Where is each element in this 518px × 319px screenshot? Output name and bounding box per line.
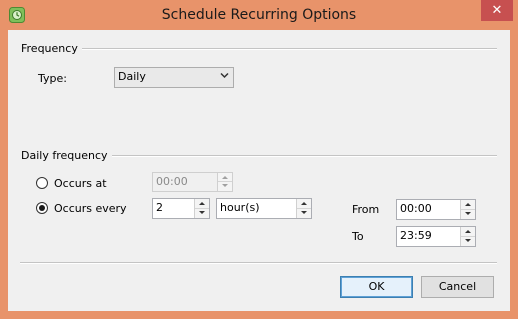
arrow-down-icon	[465, 211, 471, 215]
spin-buttons	[460, 200, 475, 219]
dialog-body: Frequency Type: Daily Daily frequency Oc…	[8, 30, 510, 311]
spin-buttons	[194, 199, 209, 218]
occurs-at-radio[interactable]	[36, 177, 48, 189]
title-bar[interactable]: Schedule Recurring Options ✕	[0, 0, 518, 30]
spin-down-button[interactable]	[297, 209, 311, 219]
frequency-group-label: Frequency	[21, 42, 82, 55]
daily-frequency-separator	[100, 155, 497, 157]
frequency-separator	[74, 48, 497, 50]
from-time-input[interactable]: 00:00	[396, 199, 476, 220]
arrow-down-icon	[199, 210, 205, 214]
spin-buttons	[460, 227, 475, 246]
to-time-value: 23:59	[400, 229, 432, 242]
spin-up-button[interactable]	[461, 227, 475, 237]
spin-up-button[interactable]	[461, 200, 475, 210]
spin-down-button[interactable]	[461, 210, 475, 220]
spin-buttons	[217, 173, 232, 191]
to-time-input[interactable]: 23:59	[396, 226, 476, 247]
spin-down-button[interactable]	[218, 182, 232, 191]
close-icon: ✕	[491, 3, 503, 18]
to-label: To	[352, 230, 364, 243]
occurs-every-unit-input[interactable]: hour(s)	[216, 198, 312, 219]
occurs-at-time-value: 00:00	[156, 175, 188, 188]
arrow-down-icon	[301, 210, 307, 214]
occurs-every-radio[interactable]	[36, 202, 48, 214]
arrow-up-icon	[199, 202, 205, 205]
type-dropdown-value: Daily	[118, 70, 146, 83]
spin-up-button[interactable]	[218, 173, 232, 182]
type-dropdown[interactable]: Daily	[114, 67, 234, 88]
radio-selected-dot	[39, 205, 45, 211]
daily-frequency-group-label: Daily frequency	[21, 149, 112, 162]
occurs-every-unit-value: hour(s)	[220, 201, 260, 214]
type-label: Type:	[38, 72, 67, 85]
occurs-every-value-input[interactable]: 2	[152, 198, 210, 219]
arrow-up-icon	[222, 176, 228, 179]
spin-up-button[interactable]	[195, 199, 209, 209]
footer-separator	[20, 262, 497, 264]
dialog-window: Schedule Recurring Options ✕ Frequency T…	[0, 0, 518, 319]
spin-down-button[interactable]	[195, 209, 209, 219]
from-time-value: 00:00	[400, 202, 432, 215]
occurs-every-value: 2	[156, 201, 163, 214]
arrow-up-icon	[465, 230, 471, 233]
from-label: From	[352, 203, 380, 216]
spin-up-button[interactable]	[297, 199, 311, 209]
arrow-down-icon	[222, 184, 228, 187]
ok-button[interactable]: OK	[340, 276, 413, 298]
occurs-at-label[interactable]: Occurs at	[54, 177, 107, 190]
arrow-down-icon	[465, 238, 471, 242]
close-button[interactable]: ✕	[481, 0, 513, 21]
occurs-at-time-input[interactable]: 00:00	[152, 172, 233, 192]
arrow-up-icon	[301, 202, 307, 205]
arrow-up-icon	[465, 203, 471, 206]
spin-down-button[interactable]	[461, 237, 475, 247]
occurs-every-label[interactable]: Occurs every	[54, 202, 127, 215]
spin-buttons	[296, 199, 311, 218]
cancel-button[interactable]: Cancel	[421, 276, 494, 298]
chevron-down-icon	[220, 72, 229, 79]
window-title: Schedule Recurring Options	[161, 7, 357, 23]
